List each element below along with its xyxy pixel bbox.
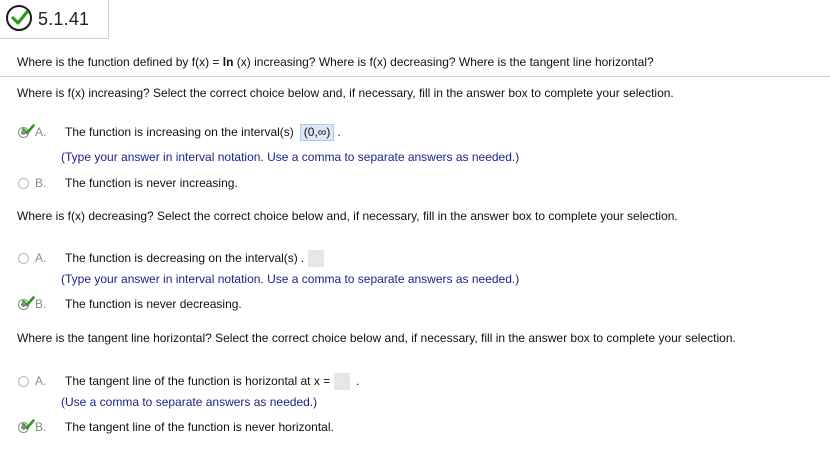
choice-letter: A. (35, 251, 47, 265)
check-circle-icon (6, 5, 32, 31)
radio-button-selected[interactable] (18, 123, 35, 138)
radio-button-selected[interactable] (18, 418, 35, 433)
question-func: ln (222, 55, 234, 69)
part2-choice-a[interactable]: A. The function is decreasing on the int… (18, 249, 325, 267)
choice-text: The tangent line of the function is hori… (65, 374, 331, 388)
answer-hint: (Type your answer in interval notation. … (61, 150, 520, 164)
question-text: Where is the function defined by f(x) = … (17, 55, 654, 69)
divider (0, 76, 830, 77)
choice-suffix: . (337, 125, 341, 139)
choice-letter: B. (35, 176, 47, 190)
choice-text: The function is never decreasing. (65, 297, 242, 311)
checkmark-icon (22, 295, 35, 306)
radio-button-selected[interactable] (18, 295, 35, 310)
answer-box[interactable] (308, 249, 325, 267)
answer-box[interactable]: (0,∞) (299, 123, 335, 141)
checkmark-icon (22, 418, 35, 429)
choice-text: The function is increasing on the interv… (65, 125, 294, 139)
part1-choice-b[interactable]: B. The function is never increasing. (18, 174, 238, 192)
question-pre: Where is the function defined by f(x) = (17, 55, 223, 69)
part3-prompt: Where is the tangent line horizontal? Se… (17, 331, 736, 345)
choice-suffix: . (356, 374, 360, 388)
choice-text: The function is decreasing on the interv… (65, 251, 298, 265)
problem-number: 5.1.41 (38, 9, 90, 29)
choice-letter: B. (35, 297, 47, 311)
answer-hint: (Use a comma to separate answers as need… (61, 395, 318, 409)
part1-prompt: Where is f(x) increasing? Select the cor… (17, 86, 674, 100)
choice-text: The tangent line of the function is neve… (65, 420, 334, 434)
answer-box[interactable] (334, 372, 351, 390)
part3-choice-b[interactable]: B. The tangent line of the function is n… (18, 418, 334, 436)
answer-hint: (Type your answer in interval notation. … (61, 272, 520, 286)
problem-header: 5.1.41 (0, 0, 109, 39)
choice-text: The function is never increasing. (65, 176, 238, 190)
part2-prompt: Where is f(x) decreasing? Select the cor… (17, 209, 678, 223)
radio-button[interactable] (18, 177, 29, 189)
choice-suffix: . (300, 251, 305, 265)
choice-letter: B. (35, 420, 47, 434)
part3-choice-a[interactable]: A. The tangent line of the function is h… (18, 372, 360, 390)
question-post: (x) increasing? Where is f(x) decreasing… (233, 55, 654, 69)
choice-letter: A. (35, 125, 47, 139)
part1-choice-a[interactable]: A. The function is increasing on the int… (18, 123, 341, 141)
part2-choice-b[interactable]: B. The function is never decreasing. (18, 295, 242, 313)
choice-letter: A. (35, 374, 47, 388)
radio-button[interactable] (18, 375, 29, 387)
checkmark-icon (22, 123, 35, 134)
radio-button[interactable] (18, 252, 29, 264)
